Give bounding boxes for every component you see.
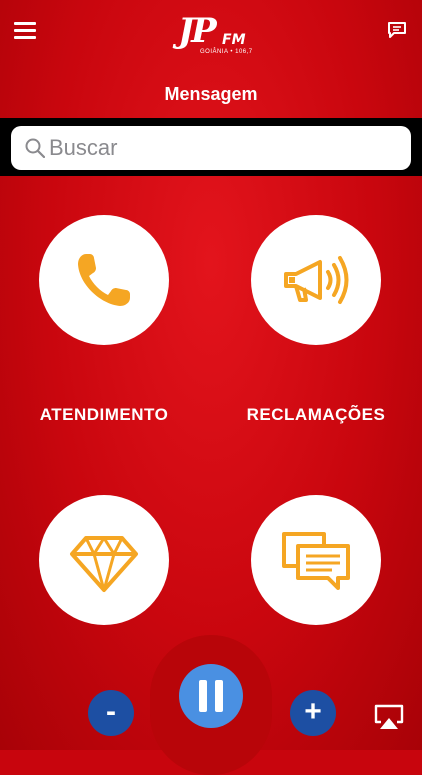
tile-circle <box>39 215 169 345</box>
airplay-icon <box>374 704 404 729</box>
tile-label: RECLAMAÇÕES <box>246 405 386 424</box>
messages-button[interactable] <box>388 22 406 38</box>
search-input[interactable] <box>49 126 399 170</box>
search-icon <box>25 138 45 158</box>
tile-reclamacoes[interactable]: RECLAMAÇÕES <box>241 215 391 425</box>
logo-subtitle: GOIÂNIA • 106,7 <box>200 49 253 55</box>
volume-down-button[interactable]: - <box>88 690 134 736</box>
logo-letters: JP <box>178 11 217 51</box>
menu-button[interactable] <box>14 22 36 40</box>
top-bar: JP FM GOIÂNIA • 106,7 Mensagem <box>0 0 422 120</box>
station-logo: JP FM GOIÂNIA • 106,7 <box>178 11 252 58</box>
tile-circle <box>251 215 381 345</box>
diamond-icon <box>70 536 138 592</box>
search-bar <box>0 118 422 176</box>
search-box[interactable] <box>11 126 411 170</box>
airplay-button[interactable] <box>373 703 405 731</box>
tile-circle <box>39 495 169 625</box>
tile-chat[interactable] <box>241 495 391 685</box>
logo-fm: FM <box>222 32 246 48</box>
pause-button[interactable] <box>179 664 243 728</box>
chat-bubbles-icon <box>282 532 350 590</box>
volume-up-button[interactable]: + <box>290 690 336 736</box>
tile-circle <box>251 495 381 625</box>
megaphone-icon <box>284 256 349 304</box>
tile-atendimento[interactable]: ATENDIMENTO <box>29 215 179 425</box>
message-icon <box>388 22 406 38</box>
pause-icon <box>199 680 207 712</box>
tile-label: ATENDIMENTO <box>39 405 169 424</box>
tile-diamond[interactable] <box>29 495 179 685</box>
page-title: Mensagem <box>164 84 258 104</box>
phone-icon <box>78 254 130 306</box>
hamburger-icon <box>14 22 36 25</box>
